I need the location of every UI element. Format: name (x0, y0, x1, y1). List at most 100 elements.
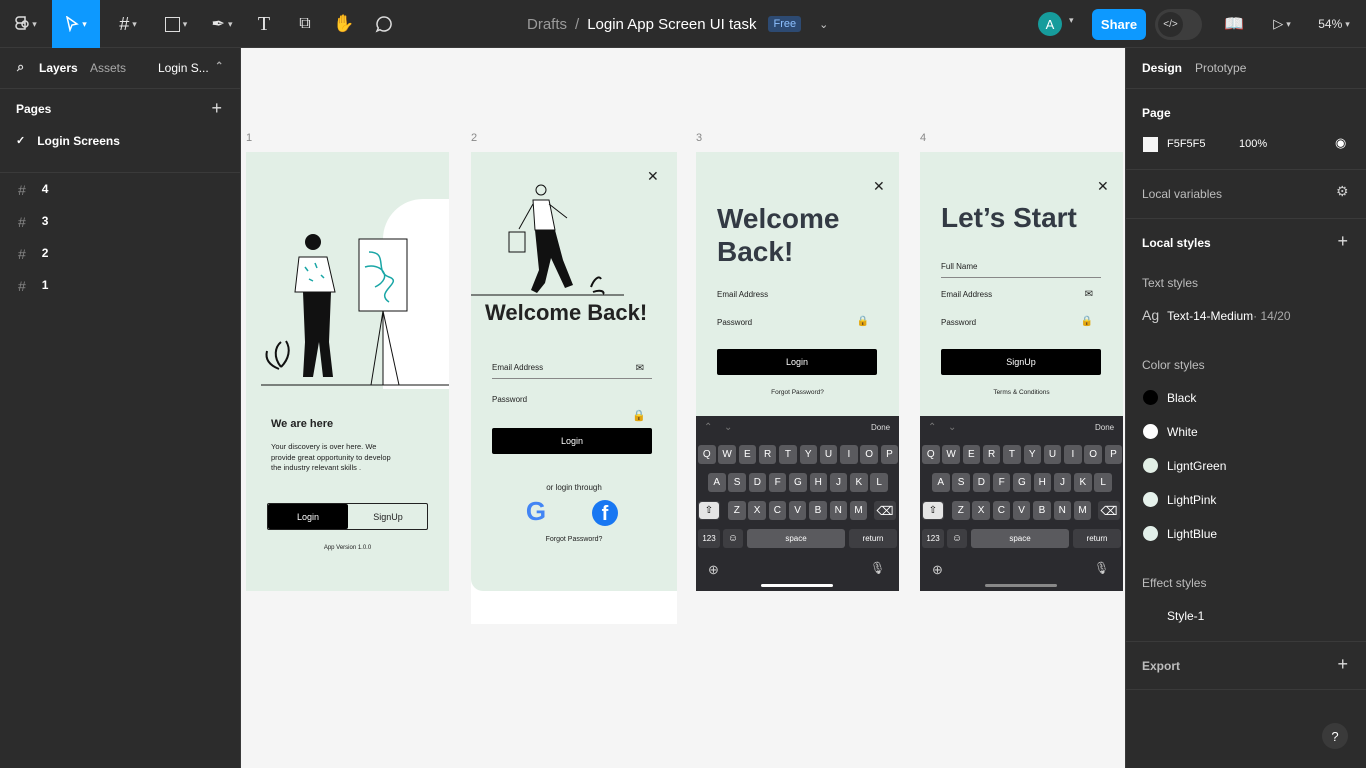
key-l[interactable]: L (870, 473, 888, 492)
key-i[interactable]: I (1064, 445, 1082, 464)
key-k[interactable]: K (1074, 473, 1092, 492)
tab-layers[interactable]: Layers (39, 61, 78, 75)
login-button[interactable]: Login (492, 428, 652, 454)
key-i[interactable]: I (840, 445, 858, 464)
close-icon[interactable]: ✕ (873, 178, 885, 195)
key-g[interactable]: G (789, 473, 807, 492)
email-field[interactable]: Email Address ✉ (941, 289, 1101, 300)
login-button[interactable]: Login (717, 349, 877, 375)
key-x[interactable]: X (972, 501, 990, 520)
facebook-icon[interactable]: f (592, 500, 618, 526)
emoji-key[interactable]: ☺ (947, 529, 967, 548)
add-page-icon[interactable]: + (211, 98, 222, 119)
password-field[interactable]: Password 🔒 (717, 316, 877, 327)
google-icon[interactable]: G (523, 498, 549, 524)
microphone-icon[interactable]: 🎙 (1094, 561, 1109, 575)
key-z[interactable]: Z (728, 501, 746, 520)
forgot-password-link[interactable]: Forgot Password? (696, 389, 899, 396)
shift-key[interactable]: ⇧ (698, 501, 720, 520)
chevron-down-icon[interactable]: ⌄ (819, 18, 828, 31)
key-t[interactable]: T (779, 445, 797, 464)
chevron-down-icon[interactable]: ⌄ (948, 422, 956, 433)
close-icon[interactable]: ✕ (647, 168, 659, 185)
chevron-up-icon[interactable]: ⌃ (215, 61, 223, 72)
layer-frame-1[interactable]: #1 (18, 278, 48, 294)
key-b[interactable]: B (1033, 501, 1051, 520)
space-key[interactable]: space (971, 529, 1069, 548)
shape-tool-button[interactable]: ▾ (156, 0, 196, 48)
key-w[interactable]: W (942, 445, 960, 464)
key-d[interactable]: D (972, 473, 991, 492)
effect-style-item[interactable]: Style-1 (1167, 609, 1204, 623)
avatar[interactable]: A (1038, 12, 1062, 36)
frame-3-login-keyboard[interactable]: ✕ Welcome Back! Email Address Password 🔒 … (696, 152, 899, 591)
page-color-swatch[interactable] (1143, 137, 1158, 152)
help-button[interactable]: ? (1322, 723, 1348, 749)
emoji-key[interactable]: ☺ (723, 529, 743, 548)
key-m[interactable]: M (1073, 501, 1092, 520)
zoom-control[interactable]: 54% ▾ (1310, 0, 1358, 48)
add-style-icon[interactable]: + (1337, 231, 1348, 252)
keyboard-done[interactable]: Done (871, 423, 890, 432)
pen-tool-button[interactable]: ✒ ▾ (202, 0, 242, 48)
avatar-chevron-icon[interactable]: ▾ (1069, 15, 1074, 26)
key-h[interactable]: H (1033, 473, 1051, 492)
frame-label-2[interactable]: 2 (471, 132, 477, 144)
shift-key[interactable]: ⇧ (922, 501, 944, 520)
frame-tool-button[interactable]: # ▾ (108, 0, 148, 48)
key-h[interactable]: H (809, 473, 827, 492)
layer-frame-2[interactable]: #2 (18, 246, 48, 262)
key-j[interactable]: J (1053, 473, 1072, 492)
frame-label-1[interactable]: 1 (246, 132, 252, 144)
chevron-up-icon[interactable]: ⌃ (928, 422, 936, 433)
key-j[interactable]: J (829, 473, 848, 492)
chevron-up-icon[interactable]: ⌃ (704, 422, 712, 433)
key-a[interactable]: A (708, 473, 726, 492)
key-c[interactable]: C (992, 501, 1011, 520)
key-y[interactable]: Y (799, 445, 817, 464)
key-x[interactable]: X (748, 501, 766, 520)
key-t[interactable]: T (1003, 445, 1021, 464)
key-u[interactable]: U (1043, 445, 1062, 464)
email-field[interactable]: Email Address (717, 290, 877, 299)
globe-icon[interactable]: ⊕ (932, 562, 943, 578)
tab-assets[interactable]: Assets (90, 61, 126, 75)
chevron-down-icon[interactable]: ⌄ (724, 422, 732, 433)
tab-prototype[interactable]: Prototype (1195, 61, 1246, 75)
layer-frame-4[interactable]: #4 (18, 182, 48, 198)
key-u[interactable]: U (819, 445, 838, 464)
return-key[interactable]: return (849, 529, 897, 548)
add-export-icon[interactable]: + (1337, 654, 1348, 675)
signup-button[interactable]: SignUp (941, 349, 1101, 375)
page-picker[interactable]: Login S... (158, 61, 209, 75)
present-button[interactable]: ▷ ▾ (1264, 0, 1300, 48)
library-button[interactable]: 📖 (1222, 0, 1246, 48)
comment-tool-button[interactable] (370, 0, 398, 48)
forgot-password-link[interactable]: Forgot Password? (471, 536, 677, 543)
key-f[interactable]: F (992, 473, 1011, 492)
password-field[interactable]: Password 🔒 (492, 395, 652, 425)
breadcrumb-parent[interactable]: Drafts (527, 16, 567, 33)
key-k[interactable]: K (850, 473, 868, 492)
return-key[interactable]: return (1073, 529, 1121, 548)
microphone-icon[interactable]: 🎙 (870, 561, 885, 575)
main-menu-button[interactable]: ▾ (8, 0, 44, 48)
terms-link[interactable]: Terms & Conditions (920, 389, 1123, 396)
key-y[interactable]: Y (1023, 445, 1041, 464)
key-m[interactable]: M (849, 501, 868, 520)
eye-icon[interactable]: ◉ (1335, 135, 1346, 151)
space-key[interactable]: space (747, 529, 845, 548)
key-s[interactable]: S (952, 473, 970, 492)
key-n[interactable]: N (829, 501, 847, 520)
frame-label-4[interactable]: 4 (920, 132, 926, 144)
key-v[interactable]: V (788, 501, 807, 520)
key-d[interactable]: D (748, 473, 767, 492)
frame-label-3[interactable]: 3 (696, 132, 702, 144)
numbers-key[interactable]: 123 (698, 529, 720, 548)
key-w[interactable]: W (718, 445, 736, 464)
close-icon[interactable]: ✕ (1097, 178, 1109, 195)
key-p[interactable]: P (880, 445, 899, 464)
frame-4-signup-keyboard[interactable]: ✕ Let’s Start Full Name Email Address ✉ P… (920, 152, 1123, 591)
key-z[interactable]: Z (952, 501, 970, 520)
key-r[interactable]: R (982, 445, 1001, 464)
